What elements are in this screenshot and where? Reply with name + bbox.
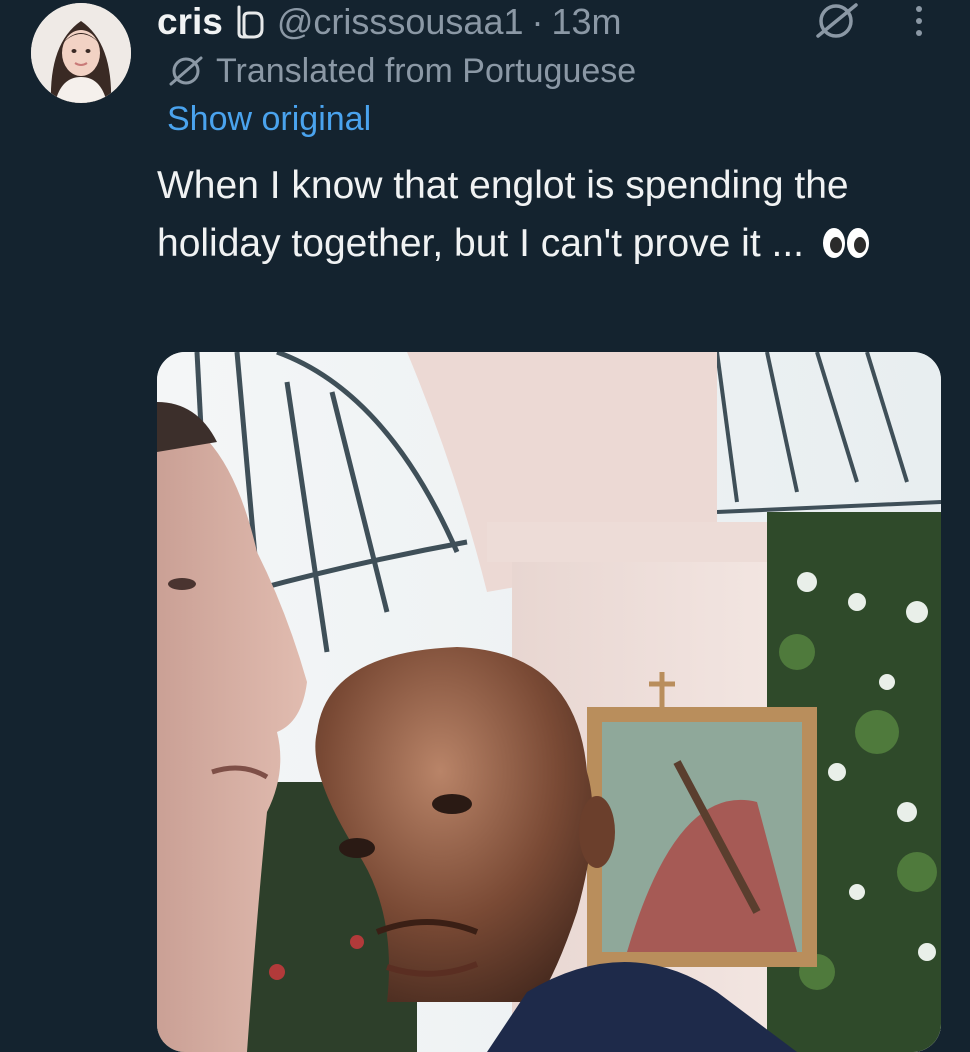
eyes-emoji-icon <box>822 228 869 258</box>
timestamp[interactable]: 13m <box>551 1 621 43</box>
separator-dot: · <box>531 1 544 42</box>
tweet-media[interactable] <box>157 352 941 1052</box>
tweet-body: When I know that englot is spending the … <box>157 164 849 265</box>
user-handle[interactable]: @crisssousaa1 <box>277 1 524 43</box>
more-options-icon[interactable] <box>908 4 930 38</box>
tweet-text: When I know that englot is spending the … <box>157 157 947 273</box>
translated-label: Translated from Portuguese <box>216 51 637 90</box>
media-image <box>157 352 941 1052</box>
avatar-image <box>31 3 131 103</box>
avatar[interactable] <box>31 3 131 103</box>
display-name[interactable]: cris <box>157 1 223 43</box>
translate-icon[interactable] <box>812 0 862 42</box>
translation-notice: Translated from Portuguese <box>166 51 636 91</box>
translate-icon <box>169 56 203 86</box>
tweet-header: cris @crisssousaa1 · 13m <box>157 0 622 44</box>
show-original-link[interactable]: Show original <box>167 100 371 139</box>
interlocking-shapes-emoji-icon <box>237 5 264 39</box>
